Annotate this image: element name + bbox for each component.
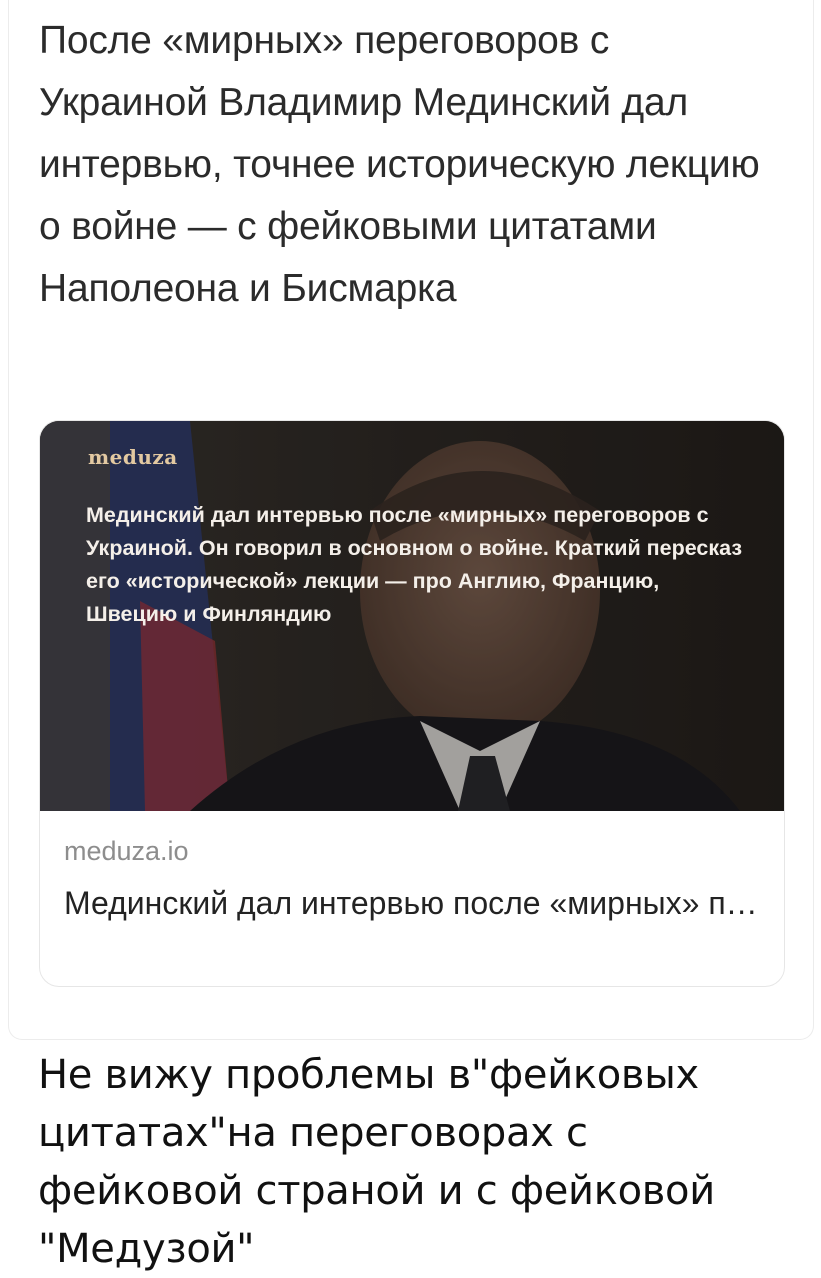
link-preview-card[interactable]: meduza Мединский дал интервью после «мир…: [39, 420, 785, 987]
preview-image[interactable]: meduza Мединский дал интервью после «мир…: [40, 421, 784, 811]
meduza-logo: meduza: [88, 445, 178, 469]
post-card: После «мирных» переговоров с Украиной Вл…: [8, 0, 814, 1040]
post-text: После «мирных» переговоров с Украиной Вл…: [39, 19, 760, 310]
preview-meta: meduza.io Мединский дал интервью после «…: [64, 831, 764, 929]
preview-domain: meduza.io: [64, 836, 189, 866]
preview-title[interactable]: Мединский дал интервью после «мирных» пе…: [64, 877, 764, 929]
image-overlay-text: Мединский дал интервью после «мирных» пе…: [86, 503, 743, 626]
comment-text: Не вижу проблемы в"фейковых цитатах"на п…: [38, 1052, 715, 1272]
